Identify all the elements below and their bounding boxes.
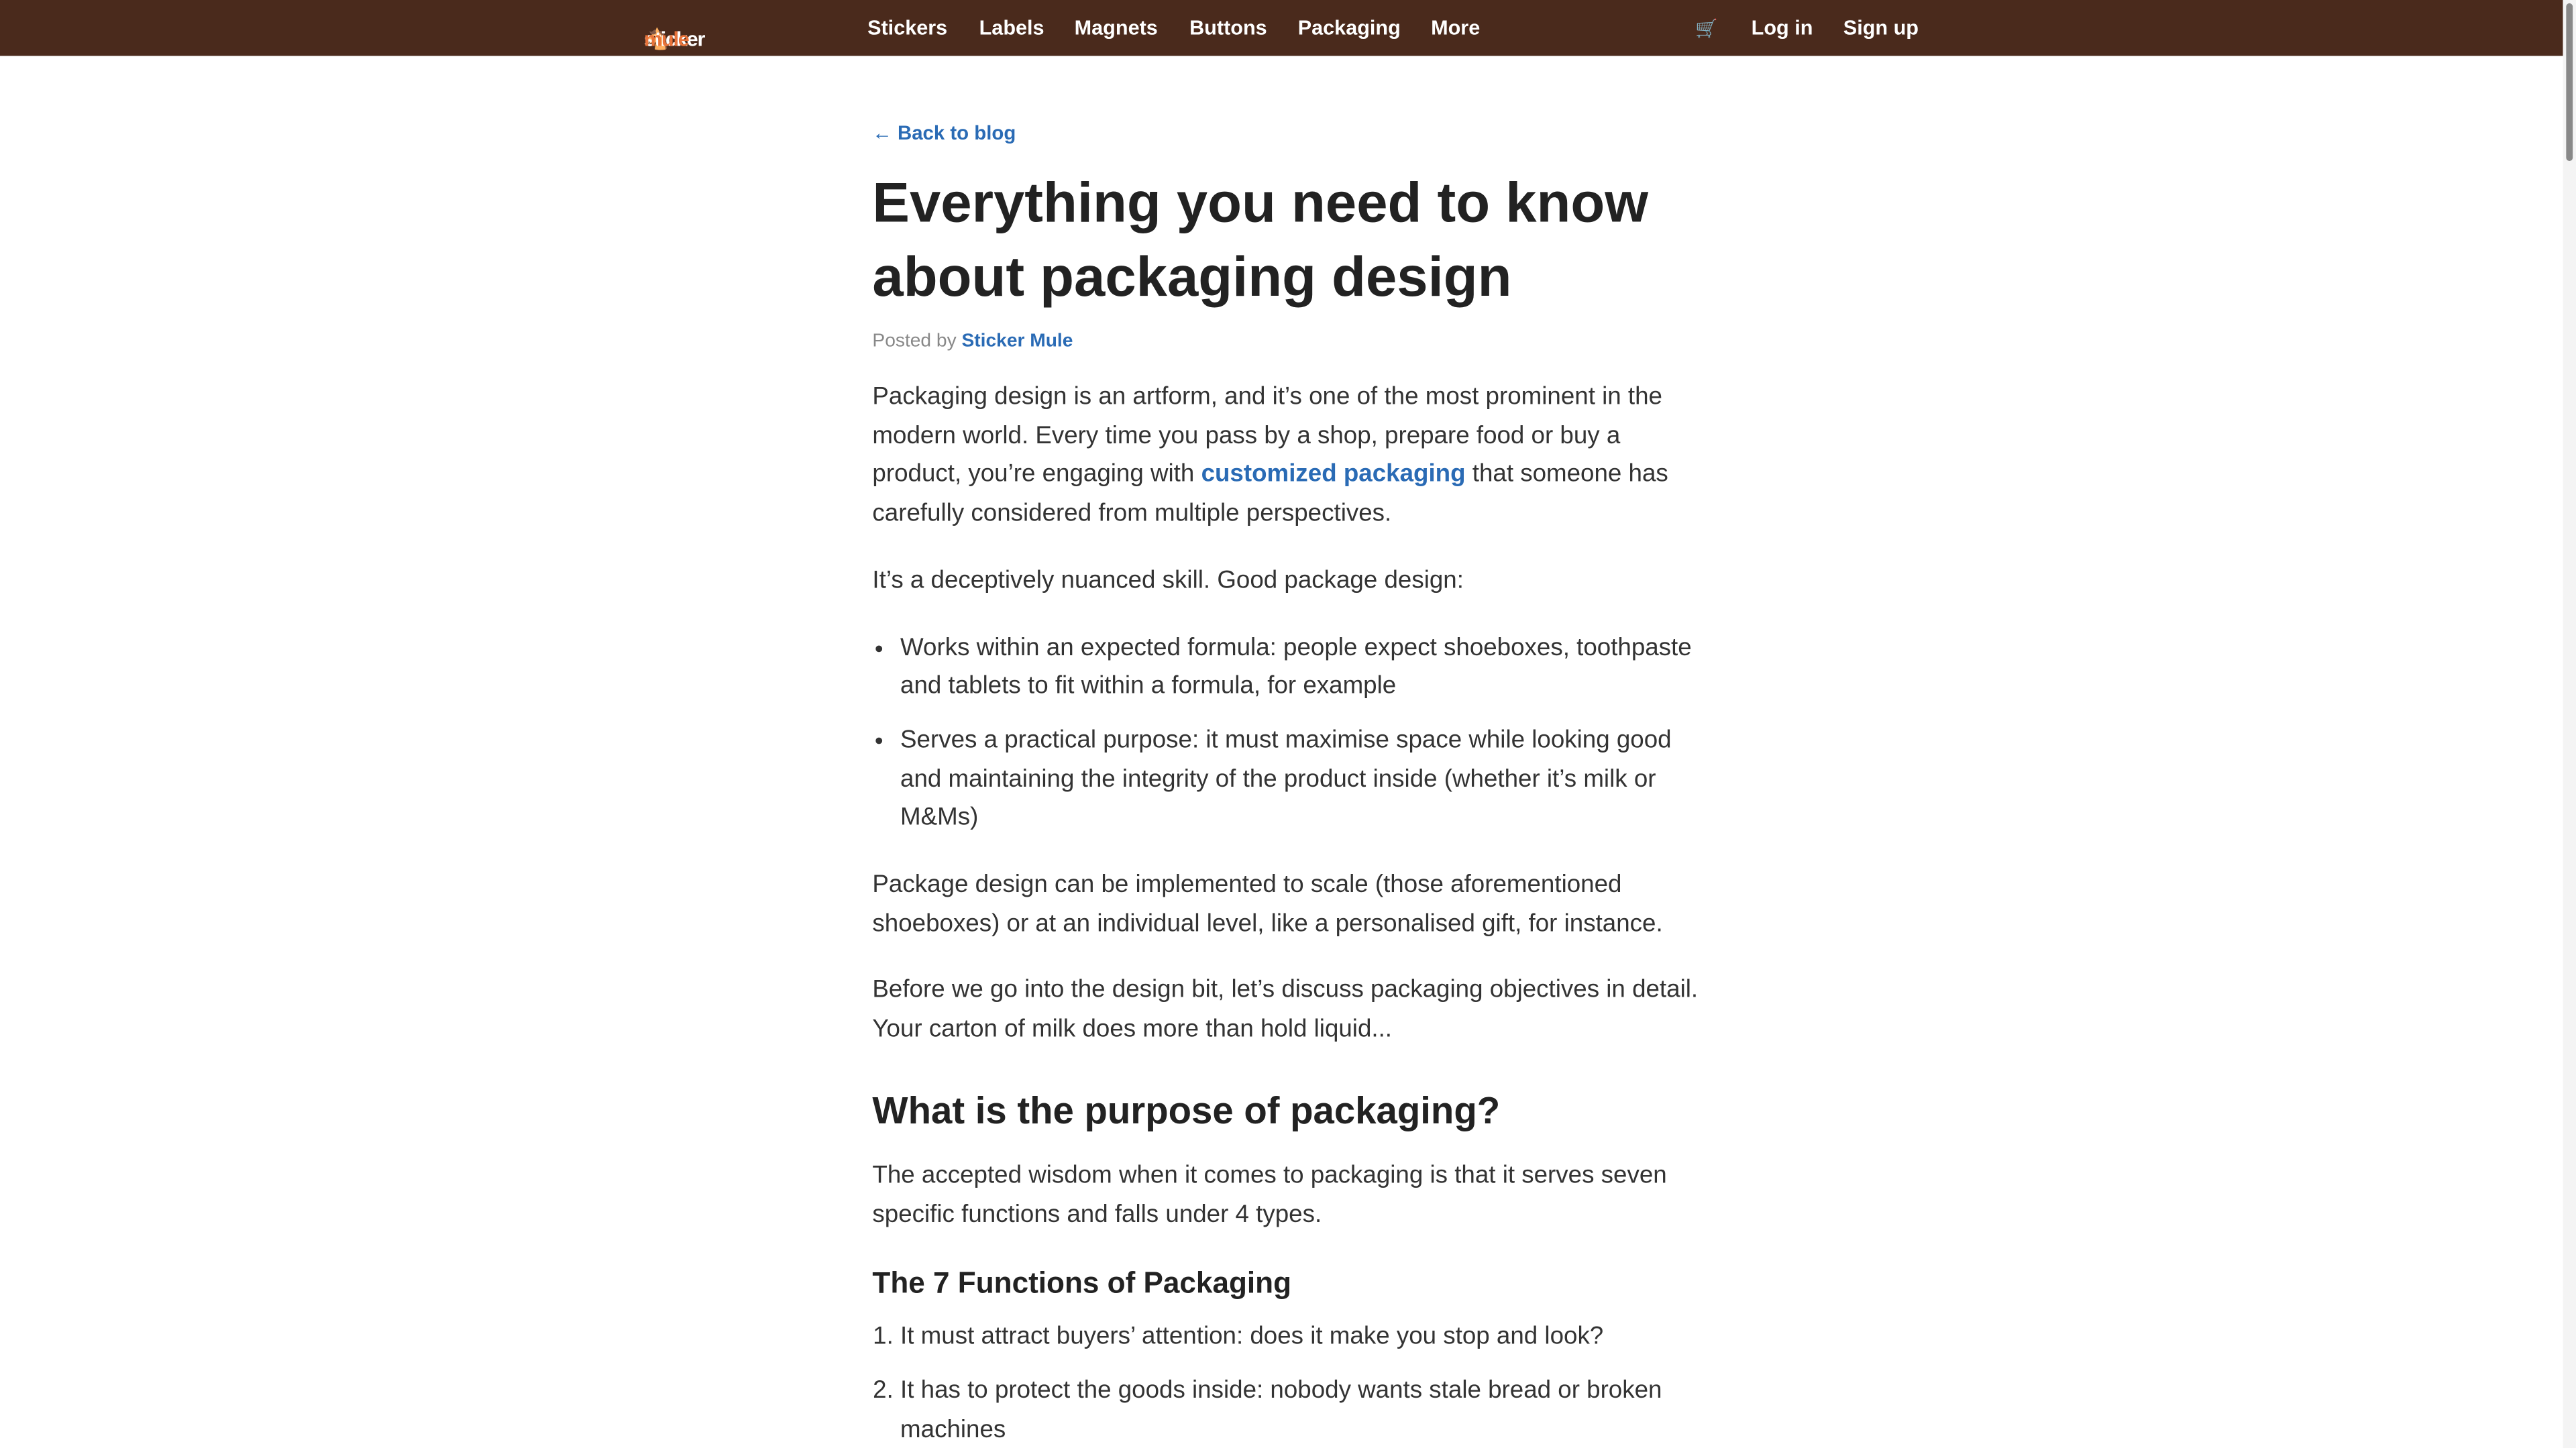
logo-text-accent: mule bbox=[644, 27, 690, 51]
nav-more[interactable]: More bbox=[1431, 16, 1480, 39]
nav-packaging[interactable]: Packaging bbox=[1298, 16, 1401, 39]
paragraph: Packaging design is an artform, and it’s… bbox=[872, 378, 1713, 533]
section-heading: What is the purpose of packaging? bbox=[872, 1089, 1501, 1131]
list-item: It must attract buyers’ attention: does … bbox=[900, 1318, 1713, 1357]
paragraph: It’s a deceptively nuanced skill. Good p… bbox=[872, 566, 1464, 595]
list-item: It has to protect the goods inside: nobo… bbox=[900, 1372, 1713, 1448]
shopping-cart-icon[interactable]: 🛒 bbox=[1695, 18, 1718, 39]
scrollbar[interactable] bbox=[2563, 0, 2576, 1448]
nav-labels[interactable]: Labels bbox=[979, 16, 1044, 39]
customized-packaging-link[interactable]: customized packaging bbox=[1201, 461, 1466, 489]
bullet-list: Works within an expected formula: people… bbox=[872, 628, 1713, 838]
list-item: Serves a practical purpose: it must maxi… bbox=[900, 721, 1713, 838]
back-to-blog-link[interactable]: ← Back to blog bbox=[872, 121, 1713, 144]
article-title: Everything you need to know about packag… bbox=[872, 172, 1649, 309]
paragraph: Package design can be implemented to sca… bbox=[872, 871, 1663, 938]
list-item: Works within an expected formula: people… bbox=[900, 628, 1713, 706]
byline: Posted by Sticker Mule bbox=[872, 332, 1713, 351]
nav-magnets[interactable]: Magnets bbox=[1075, 16, 1158, 39]
login-link[interactable]: Log in bbox=[1752, 16, 1813, 39]
nav-stickers[interactable]: Stickers bbox=[867, 16, 947, 39]
posted-by-label: Posted by bbox=[872, 331, 962, 352]
scrollbar-thumb[interactable] bbox=[2566, 3, 2573, 162]
nav-buttons[interactable]: Buttons bbox=[1189, 16, 1267, 39]
signup-link[interactable]: Sign up bbox=[1843, 16, 1919, 39]
paragraph: Before we go into the design bit, let’s … bbox=[872, 976, 1699, 1044]
article: ← Back to blog Everything you need to kn… bbox=[872, 121, 1713, 1448]
paragraph: The accepted wisdom when it comes to pac… bbox=[872, 1161, 1667, 1228]
top-nav: 🐴 sticker mule Stickers Labels Magnets But… bbox=[0, 0, 2576, 56]
author-link[interactable]: Sticker Mule bbox=[962, 332, 1073, 351]
functions-list: It must attract buyers’ attention: does … bbox=[872, 1318, 1713, 1448]
subsection-heading: The 7 Functions of Packaging bbox=[872, 1266, 1292, 1300]
